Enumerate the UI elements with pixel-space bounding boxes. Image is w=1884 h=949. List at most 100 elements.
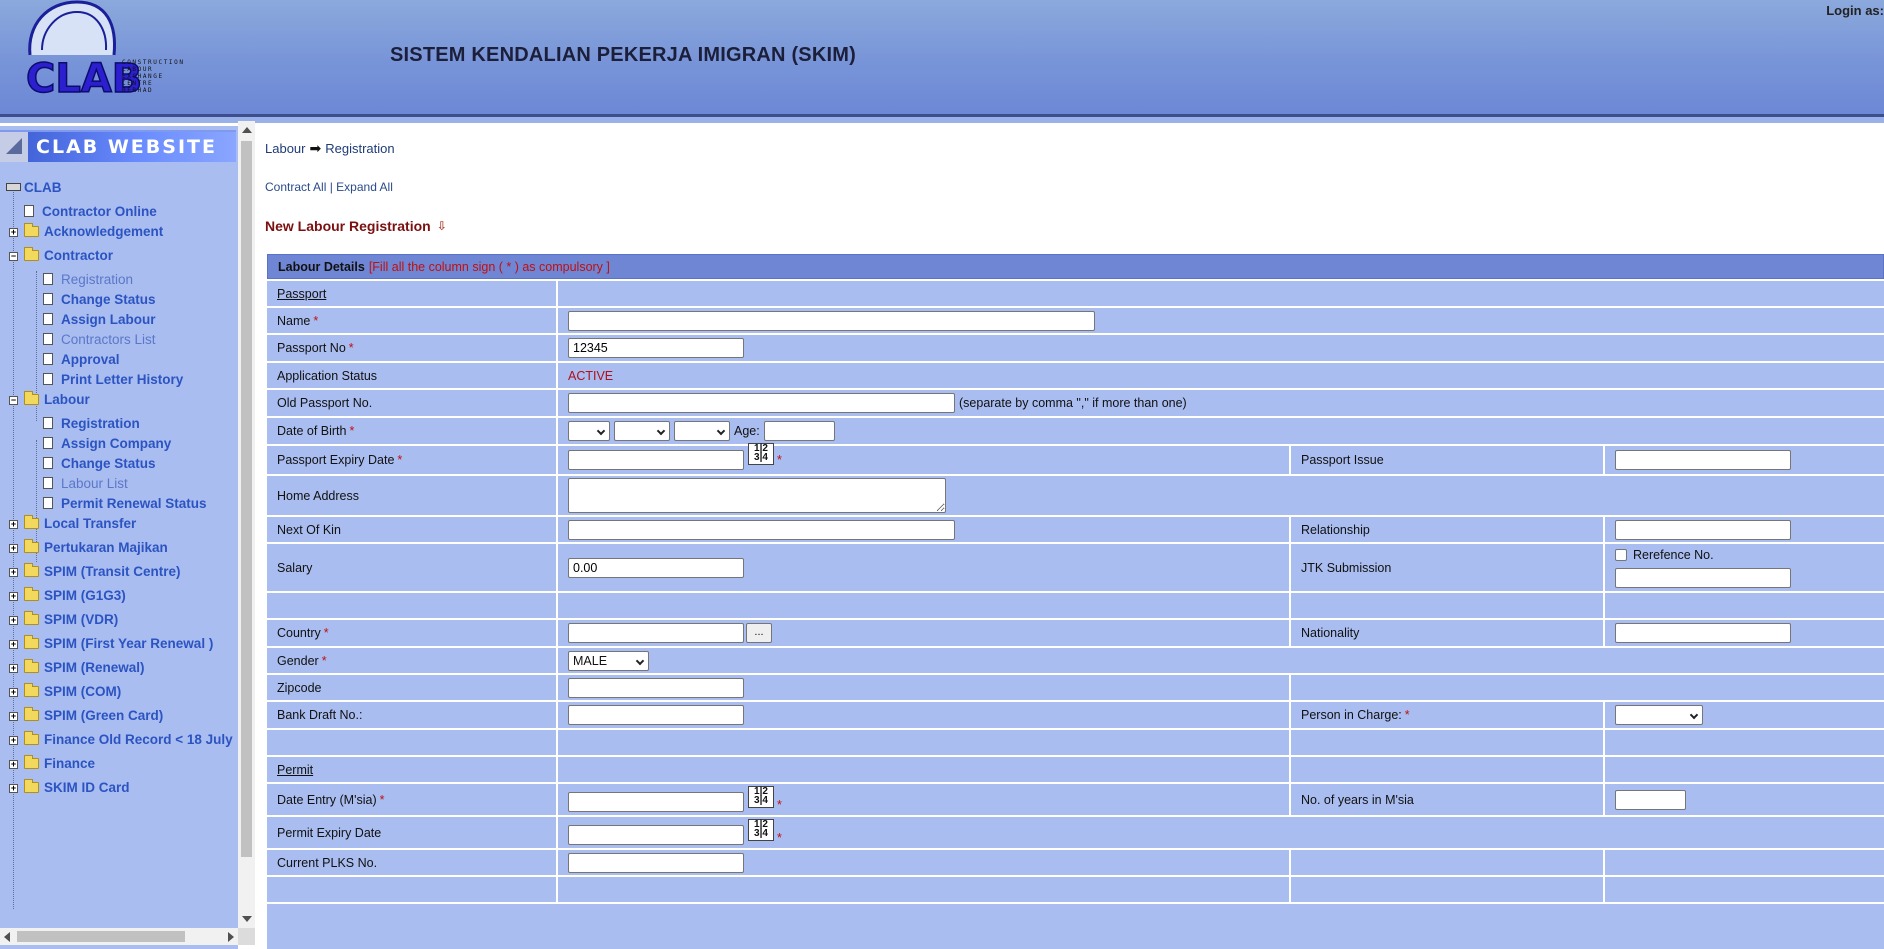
country-input[interactable] [568, 623, 744, 643]
reference-no-label: Rerefence No. [1633, 547, 1714, 562]
sidebar-item-spim-transit-centre[interactable]: SPIM (Transit Centre) [24, 560, 181, 582]
clab-website-banner[interactable]: CLAB WEBSITE [0, 130, 236, 162]
expand-icon[interactable]: + [9, 736, 18, 745]
gender-select[interactable]: MALE [568, 650, 649, 671]
scroll-left-icon[interactable] [4, 932, 10, 942]
calendar-icon[interactable]: 1|2 3|4 [748, 786, 774, 808]
chevron-down-icon [716, 426, 726, 436]
expand-icon[interactable]: + [9, 688, 18, 697]
application-status-label: Application Status [277, 368, 378, 383]
bank-draft-input[interactable] [568, 705, 744, 725]
reference-no-input[interactable] [1615, 567, 1791, 588]
folder-icon [24, 658, 39, 673]
relationship-input[interactable] [1615, 519, 1791, 540]
sidebar-item-pertukaran-majikan[interactable]: Pertukaran Majikan [24, 536, 168, 558]
sidebar-item-contractor[interactable]: Contractor [24, 244, 113, 266]
form-row: Salary JTK Submission Rerefence No. [267, 544, 1884, 591]
expand-icon[interactable]: + [9, 592, 18, 601]
scroll-up-icon[interactable] [242, 127, 252, 133]
permit-expiry-label: Permit Expiry Date [277, 825, 382, 840]
dob-month-select[interactable] [614, 421, 670, 441]
sidebar-item-contractor-online[interactable]: Contractor Online [24, 200, 157, 222]
years-in-msia-input[interactable] [1615, 789, 1686, 810]
sidebar-item-finance[interactable]: Finance [24, 752, 95, 774]
expand-icon[interactable]: + [9, 712, 18, 721]
login-as-label: Login as: [1826, 3, 1884, 18]
sidebar-item-spim-com[interactable]: SPIM (COM) [24, 680, 121, 702]
expand-icon[interactable]: + [9, 640, 18, 649]
dob-day-select[interactable] [568, 421, 610, 441]
expand-icon[interactable]: + [9, 544, 18, 553]
tree-root-icon [6, 183, 21, 191]
scroll-right-icon[interactable] [228, 932, 234, 942]
sidebar-item-labour-list[interactable]: Labour List [43, 472, 128, 494]
sidebar-item-labour-change-status[interactable]: Change Status [43, 452, 156, 474]
sidebar-item-spim-vdr[interactable]: SPIM (VDR) [24, 608, 118, 630]
salary-input[interactable] [568, 557, 744, 578]
passport-issue-input[interactable] [1615, 450, 1791, 470]
sidebar-item-spim-green-card[interactable]: SPIM (Green Card) [24, 704, 163, 726]
folder-icon [24, 682, 39, 697]
sidebar-item-assign-company[interactable]: Assign Company [43, 432, 171, 454]
collapse-icon[interactable]: − [9, 252, 18, 261]
passport-expiry-input[interactable] [568, 450, 744, 470]
expand-icon[interactable]: + [9, 616, 18, 625]
calendar-icon[interactable]: 1|2 3|4 [748, 819, 774, 841]
years-in-msia-label: No. of years in M'sia [1301, 792, 1414, 807]
sidebar-item-permit-renewal-status[interactable]: Permit Renewal Status [43, 492, 207, 514]
clab-logo[interactable]: CLAB CONSTRUCTION LABOUR EXCHANGE CENTRE… [22, 0, 202, 100]
collapse-icon[interactable]: − [9, 396, 18, 405]
sidebar-item-approval[interactable]: Approval [43, 348, 120, 370]
next-of-kin-input[interactable] [568, 519, 955, 540]
age-input[interactable] [763, 421, 835, 441]
permit-section-label: Permit [277, 762, 314, 777]
sidebar-item-labour[interactable]: Labour [24, 388, 90, 410]
sidebar-item-spim-renewal[interactable]: SPIM (Renewal) [24, 656, 145, 678]
country-lookup-button[interactable]: ... [746, 623, 772, 643]
zipcode-input[interactable] [568, 677, 744, 698]
sidebar-item-acknowledgement[interactable]: Acknowledgement [24, 220, 163, 242]
contract-all-link[interactable]: Contract All [265, 180, 326, 194]
main-content: Labour ➡ Registration Contract All | Exp… [255, 126, 1884, 949]
person-in-charge-select[interactable] [1615, 705, 1703, 725]
tree-root-clab[interactable]: CLAB [6, 176, 62, 198]
expand-icon[interactable]: + [9, 520, 18, 529]
permit-expiry-input[interactable] [568, 825, 744, 845]
expand-all-link[interactable]: Expand All [336, 180, 393, 194]
sidebar-item-contractor-registration[interactable]: Registration [43, 268, 133, 290]
arrow-down-icon[interactable]: ⇩ [437, 219, 447, 233]
sidebar-vertical-scrollbar[interactable] [238, 121, 255, 928]
sidebar-item-labour-registration[interactable]: Registration [43, 412, 140, 434]
expand-icon[interactable]: + [9, 568, 18, 577]
app-header: CLAB CONSTRUCTION LABOUR EXCHANGE CENTRE… [0, 0, 1884, 123]
expand-icon[interactable]: + [9, 760, 18, 769]
scrollbar-thumb[interactable] [241, 141, 252, 857]
breadcrumb-labour-link[interactable]: Labour [265, 141, 305, 156]
sidebar-item-spim-g1g3[interactable]: SPIM (G1G3) [24, 584, 126, 606]
jtk-checkbox[interactable] [1615, 548, 1627, 561]
page-icon [43, 437, 53, 449]
scroll-down-icon[interactable] [242, 916, 252, 922]
sidebar-item-contractor-change-status[interactable]: Change Status [43, 288, 156, 310]
expand-icon[interactable]: + [9, 228, 18, 237]
old-passport-input[interactable] [568, 393, 955, 413]
current-plks-input[interactable] [568, 852, 744, 873]
expand-icon[interactable]: + [9, 784, 18, 793]
sidebar-item-local-transfer[interactable]: Local Transfer [24, 512, 136, 534]
nationality-input[interactable] [1615, 623, 1791, 643]
sidebar-horizontal-scrollbar[interactable] [0, 928, 238, 945]
sidebar-item-assign-labour[interactable]: Assign Labour [43, 308, 156, 330]
name-input[interactable] [568, 310, 1095, 331]
scrollbar-thumb[interactable] [17, 931, 185, 942]
expand-icon[interactable]: + [9, 664, 18, 673]
sidebar-item-finance-old-record[interactable]: Finance Old Record < 18 July [24, 728, 233, 750]
sidebar-item-spim-first-year-renewal[interactable]: SPIM (First Year Renewal ) [24, 632, 213, 654]
sidebar-item-print-letter-history[interactable]: Print Letter History [43, 368, 183, 390]
sidebar-item-contractors-list[interactable]: Contractors List [43, 328, 156, 350]
calendar-icon[interactable]: 1|2 3|4 [748, 443, 774, 465]
home-address-textarea[interactable] [568, 478, 946, 513]
passport-no-input[interactable] [568, 338, 744, 358]
dob-year-select[interactable] [674, 421, 730, 441]
sidebar-item-skim-id-card[interactable]: SKIM ID Card [24, 776, 130, 798]
date-entry-input[interactable] [568, 792, 744, 812]
